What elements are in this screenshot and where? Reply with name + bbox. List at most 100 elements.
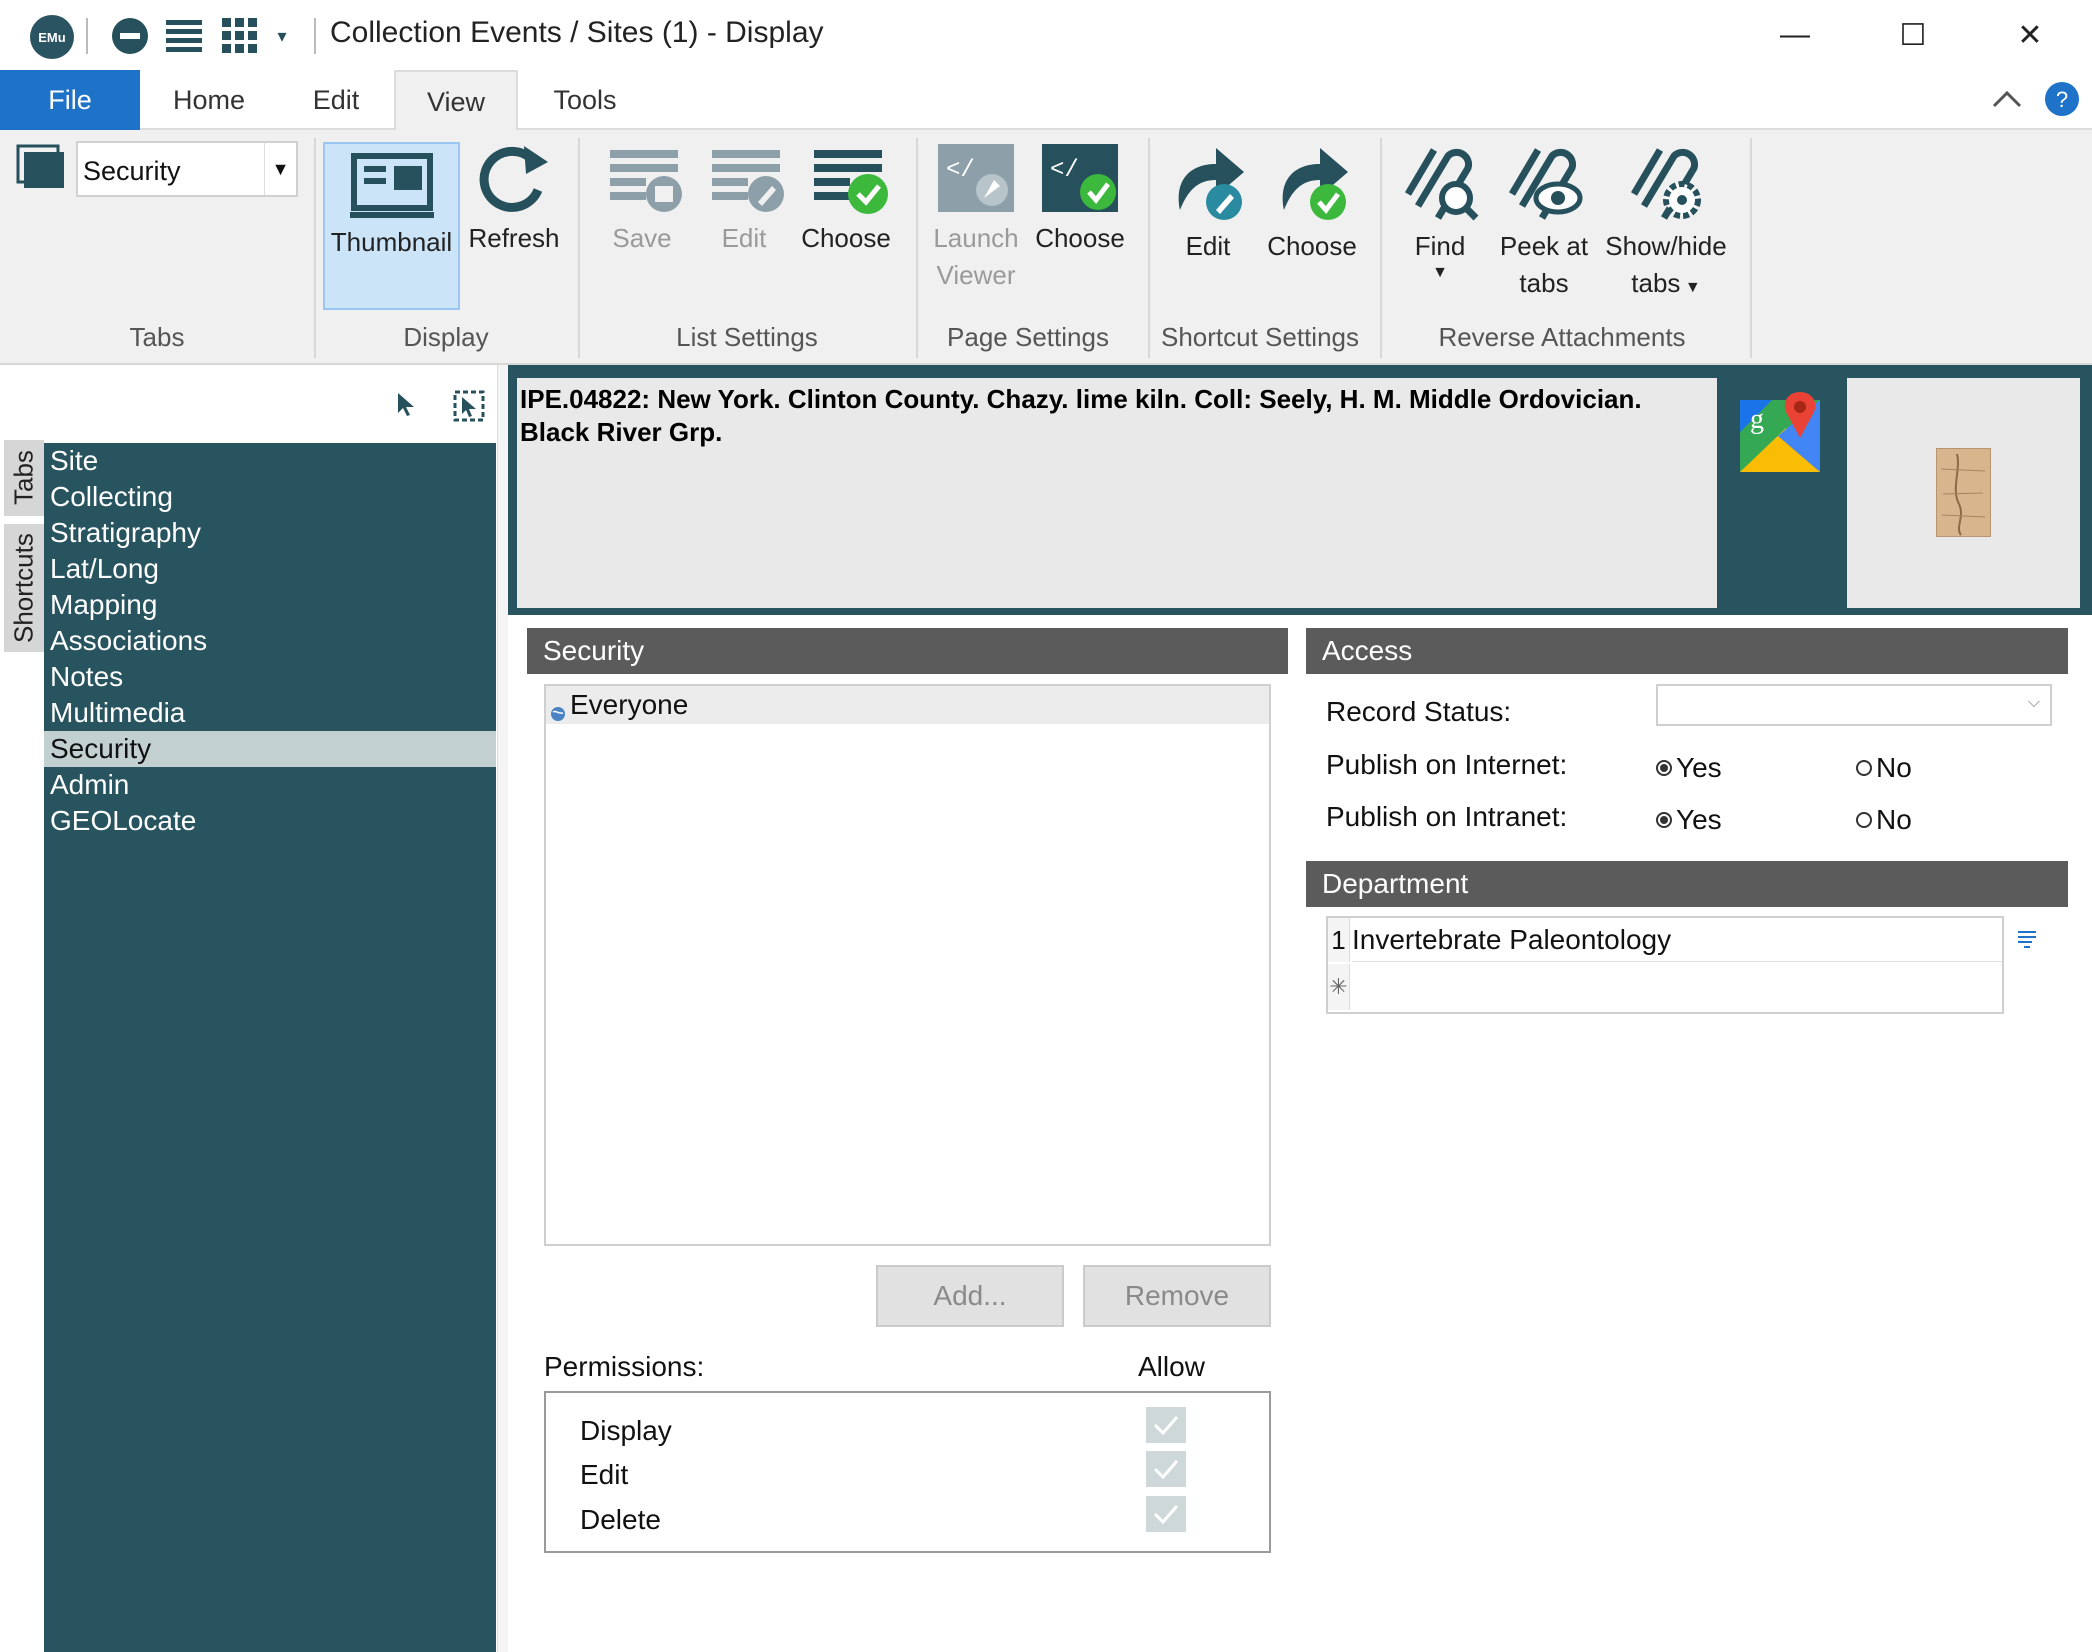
nav-item-mapping[interactable]: Mapping [44,587,496,623]
find-dropdown-icon[interactable]: ▼ [1432,265,1448,281]
permissions-table: Display Edit Delete [544,1391,1271,1553]
launch-viewer-label-1: Launch [933,223,1019,253]
nav-item-notes[interactable]: Notes [44,659,496,695]
tab-home[interactable]: Home [150,70,268,130]
radio-selected-icon [1656,812,1672,828]
help-icon[interactable]: ? [2044,81,2080,117]
tabs-window-icon [16,144,66,190]
nav-item-lat-long[interactable]: Lat/Long [44,551,496,587]
svg-text:</: </ [1050,157,1079,184]
publish-intranet-no-radio[interactable]: No [1856,804,1912,836]
show-hide-tabs-button[interactable]: Show/hide tabs ▼ [1598,140,1734,306]
record-status-select[interactable]: ⌵ [1656,684,2052,726]
radio-icon [1856,812,1872,828]
nav-item-collecting[interactable]: Collecting [44,479,496,515]
launch-viewer-button[interactable]: </ Launch Viewer [925,140,1027,294]
permission-delete: Delete [580,1504,661,1535]
new-row[interactable] [1352,964,2002,1008]
show-hide-label-2: tabs ▼ [1631,265,1700,306]
page-choose-button[interactable]: </ Choose [1030,140,1130,257]
publish-internet-no-radio[interactable]: No [1856,752,1912,784]
globe-icon [550,694,566,721]
radio-selected-icon [1656,760,1672,776]
show-hide-dropdown-icon[interactable]: ▼ [1680,279,1701,296]
thumbnail-button[interactable]: Thumbnail [323,142,460,310]
nav-item-security[interactable]: Security [44,731,496,767]
nav-item-multimedia[interactable]: Multimedia [44,695,496,731]
permission-edit: Edit [580,1459,629,1490]
allow-delete-checkbox[interactable] [1146,1496,1186,1532]
thumbnail-label: Thumbnail [330,227,453,257]
select-area-icon[interactable] [452,389,486,423]
window-title: Collection Events / Sites (1) - Display [330,16,824,49]
show-hide-label-1: Show/hide [1605,231,1727,261]
shortcut-choose-button[interactable]: Choose [1262,140,1362,265]
department-grid[interactable]: 1 Invertebrate Paleontology ✳ [1326,916,2004,1014]
divider [86,18,88,54]
close-module-icon[interactable] [108,16,152,56]
table-row[interactable]: Invertebrate Paleontology [1352,918,2002,962]
no-label: No [1876,752,1912,783]
permission-display: Display [580,1415,672,1446]
tab-tools[interactable]: Tools [520,70,650,130]
remove-button[interactable]: Remove [1083,1265,1271,1327]
new-row-icon: ✳ [1328,964,1350,1010]
minimize-button[interactable]: — [1765,10,1825,60]
pointer-icon[interactable] [394,391,418,417]
list-save-label: Save [612,223,672,253]
side-tab-tabs[interactable]: Tabs [4,440,44,516]
group-label-list-settings: List Settings [676,322,818,352]
list-item[interactable]: Everyone [546,686,1269,724]
tab-navigation-list: Site Collecting Stratigraphy Lat/Long Ma… [44,443,496,1652]
map-thumbnail-image[interactable] [1936,448,1991,537]
list-view-icon[interactable] [162,16,206,56]
peek-at-tabs-button[interactable]: Peek at tabs [1494,140,1594,302]
tab-edit[interactable]: Edit [280,70,392,130]
tabs-combo[interactable]: Security ▼ [76,141,298,197]
allow-edit-checkbox[interactable] [1146,1451,1186,1487]
publish-internet-label: Publish on Internet: [1326,749,1568,780]
divider [314,18,316,54]
tab-file[interactable]: File [0,70,140,130]
security-group-name: Everyone [570,689,689,720]
publish-internet-yes-radio[interactable]: Yes [1656,752,1722,784]
emu-logo-icon[interactable]: EMu [30,15,74,59]
row-menu-icon[interactable] [2016,928,2038,950]
shortcut-edit-button[interactable]: Edit [1158,140,1258,265]
group-divider [1750,138,1752,358]
grid-view-icon[interactable] [218,16,262,56]
side-tab-strip: Tabs Shortcuts [0,440,44,652]
nav-item-site[interactable]: Site [44,443,496,479]
allow-display-checkbox[interactable] [1146,1407,1186,1443]
nav-item-stratigraphy[interactable]: Stratigraphy [44,515,496,551]
collapse-ribbon-icon[interactable] [1990,84,2026,114]
security-group-list[interactable]: Everyone [544,684,1271,1246]
nav-item-associations[interactable]: Associations [44,623,496,659]
record-status-label: Record Status: [1326,696,1512,727]
customize-toolbar-icon[interactable]: ▾ [270,16,294,56]
tab-view[interactable]: View [394,70,518,132]
close-button[interactable]: ✕ [2000,10,2060,60]
svg-text:g: g [1750,404,1764,435]
google-maps-icon[interactable]: g [1740,392,1820,472]
nav-item-admin[interactable]: Admin [44,767,496,803]
permissions-label: Permissions: [544,1351,705,1382]
list-save-button[interactable]: Save [592,140,692,257]
publish-intranet-yes-radio[interactable]: Yes [1656,804,1722,836]
side-tab-shortcuts[interactable]: Shortcuts [4,524,44,652]
add-button[interactable]: Add... [876,1265,1064,1327]
list-edit-button[interactable]: Edit [694,140,794,257]
yes-label: Yes [1676,752,1722,783]
refresh-button[interactable]: Refresh [464,140,564,257]
launch-viewer-label-2: Viewer [936,260,1016,290]
tabs-combo-value: Security [83,156,181,186]
shortcut-choose-label: Choose [1267,231,1357,261]
list-choose-button[interactable]: Choose [796,140,896,257]
maximize-button[interactable]: ☐ [1883,10,1943,60]
splitter[interactable] [497,365,508,1652]
chevron-down-icon[interactable]: ▼ [264,143,296,195]
find-button[interactable]: Find ▼ [1390,140,1490,281]
nav-item-geolocate[interactable]: GEOLocate [44,803,496,839]
chevron-down-icon[interactable]: ⌵ [2028,694,2040,712]
group-label-shortcut-settings: Shortcut Settings [1161,322,1359,352]
